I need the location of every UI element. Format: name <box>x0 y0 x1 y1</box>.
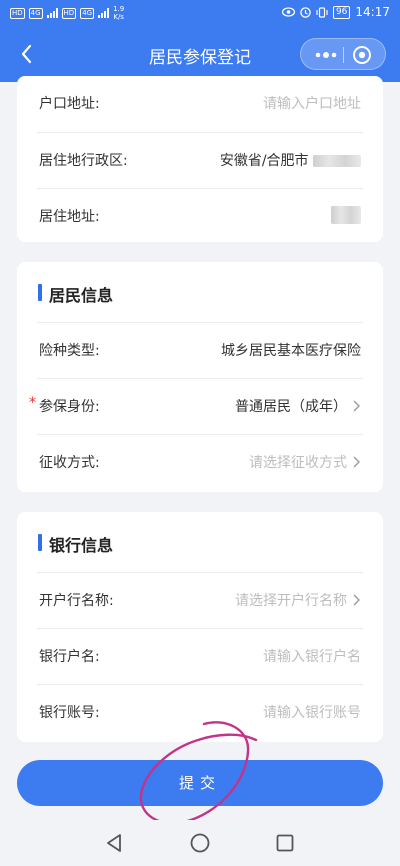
more-options-icon[interactable] <box>311 45 341 65</box>
nav-bar: 居民参保登记 <box>0 34 400 74</box>
alarm-icon <box>300 6 311 18</box>
vibrate-icon <box>316 6 328 18</box>
recents-square-icon[interactable] <box>274 832 296 854</box>
signal-2-icon <box>98 8 110 18</box>
network-speed: 1.9 K/s <box>113 5 124 21</box>
bank-info-title: 银行信息 <box>49 536 114 555</box>
insurance-type-label: 险种类型: <box>39 343 100 359</box>
submit-button[interactable]: 提交 <box>17 760 383 806</box>
account-number-label: 银行账号: <box>39 705 100 721</box>
status-bar: HD 4G HD 4G 1.9 K/s 96 14:17 <box>0 0 400 28</box>
account-name-input[interactable]: 请输入银行户名 <box>263 646 361 666</box>
bank-name-row[interactable]: 开户行名称: 请选择开户行名称 <box>37 572 363 628</box>
residence-address-row[interactable]: 居住地址: <box>37 188 363 244</box>
collection-method-label: 征收方式: <box>39 455 100 471</box>
redacted-text <box>331 206 361 224</box>
insured-identity-label: 参保身份: <box>39 399 100 415</box>
account-number-row[interactable]: 银行账号: 请输入银行账号 <box>37 684 363 740</box>
system-nav-bar <box>0 820 400 866</box>
required-mark: * <box>29 395 36 411</box>
insured-identity-value[interactable]: 普通居民（成年） <box>235 396 347 416</box>
close-program-icon[interactable] <box>351 44 373 66</box>
account-number-input[interactable]: 请输入银行账号 <box>263 702 361 722</box>
mini-program-capsule <box>300 38 386 70</box>
residence-address-label: 居住地址: <box>39 209 100 225</box>
address-card: 户口地址: 请输入户口地址 居住地行政区: 安徽省/合肥市 居住地址: <box>17 76 383 242</box>
residence-district-text: 安徽省/合肥市 <box>219 153 309 169</box>
sim2-network-badge: 4G <box>80 7 95 19</box>
bank-info-card: 银行信息 开户行名称: 请选择开户行名称 银行户名: 请输入银行户名 银行账号:… <box>17 512 383 742</box>
chevron-right-icon <box>353 594 360 606</box>
battery-level: 96 <box>335 6 348 17</box>
resident-info-title: 居民信息 <box>49 286 114 305</box>
resident-info-card: 居民信息 险种类型: 城乡居民基本医疗保险 * 参保身份: 普通居民（成年） 征… <box>17 262 383 492</box>
battery-icon: 96 <box>332 5 351 19</box>
residence-district-label: 居住地行政区: <box>39 153 128 169</box>
network-speed-unit: K/s <box>113 13 124 21</box>
eye-icon <box>281 7 295 17</box>
bank-name-label: 开户行名称: <box>39 593 114 609</box>
insured-identity-row[interactable]: * 参保身份: 普通居民（成年） <box>29 378 363 434</box>
clock: 14:17 <box>355 5 390 19</box>
app-header: HD 4G HD 4G 1.9 K/s 96 14:17 居民参保登记 <box>0 0 400 82</box>
home-circle-icon[interactable] <box>189 832 211 854</box>
capsule-divider <box>343 47 344 63</box>
section-accent-bar <box>38 284 42 301</box>
account-name-label: 银行户名: <box>39 649 100 665</box>
residence-district-row[interactable]: 居住地行政区: 安徽省/合肥市 <box>37 132 363 188</box>
hukou-address-row[interactable]: 户口地址: 请输入户口地址 <box>37 76 363 132</box>
back-triangle-icon[interactable] <box>103 832 125 854</box>
insurance-type-row: 险种类型: 城乡居民基本医疗保险 <box>37 322 363 378</box>
residence-address-value[interactable] <box>331 206 361 224</box>
chevron-right-icon <box>353 456 360 468</box>
redacted-text <box>313 155 361 167</box>
resident-info-header: 居民信息 <box>17 262 383 322</box>
sim1-network-badge: 4G <box>28 7 43 19</box>
chevron-right-icon <box>353 400 360 412</box>
collection-method-row[interactable]: 征收方式: 请选择征收方式 <box>37 434 363 490</box>
sim1-hd-badge: HD <box>10 7 25 19</box>
sim2-hd-badge: HD <box>61 7 77 19</box>
network-speed-value: 1.9 <box>113 5 125 13</box>
residence-district-value[interactable]: 安徽省/合肥市 <box>220 150 361 170</box>
bank-info-header: 银行信息 <box>17 512 383 572</box>
collection-method-select[interactable]: 请选择征收方式 <box>249 452 347 472</box>
insurance-type-value: 城乡居民基本医疗保险 <box>221 343 361 359</box>
signal-1-icon <box>46 8 58 18</box>
hukou-address-input[interactable]: 请输入户口地址 <box>263 93 361 113</box>
bank-name-select[interactable]: 请选择开户行名称 <box>235 590 347 610</box>
section-accent-bar <box>38 534 42 551</box>
account-name-row[interactable]: 银行户名: 请输入银行户名 <box>37 628 363 684</box>
hukou-address-label: 户口地址: <box>39 96 100 112</box>
